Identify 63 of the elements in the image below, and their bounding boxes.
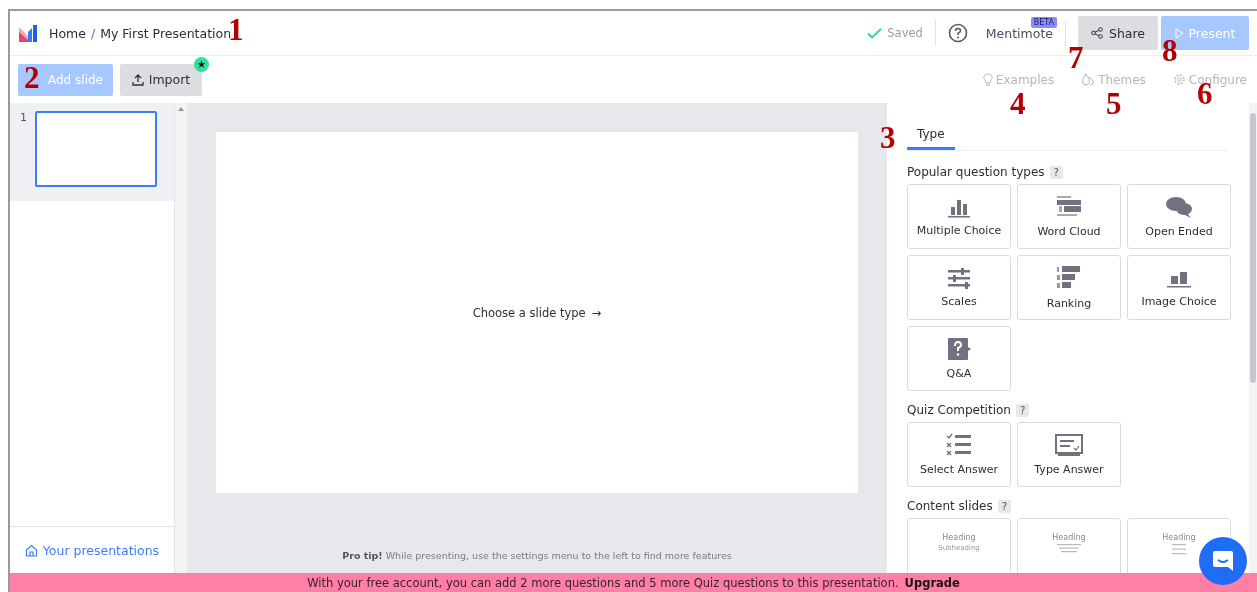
- section-title: Quiz Competition: [907, 403, 1011, 417]
- text-card-icon: [1054, 433, 1084, 457]
- upgrade-link[interactable]: Upgrade: [904, 575, 960, 590]
- settings-icon: [1172, 73, 1186, 86]
- thumbnail-heading: Heading: [1162, 533, 1196, 542]
- slide-thumbnail[interactable]: [35, 111, 157, 187]
- arrow-glyph: →: [591, 305, 602, 320]
- speech-bubbles-icon: [1165, 195, 1193, 219]
- help-badge[interactable]: ?: [1015, 403, 1030, 417]
- home-icon: [24, 543, 38, 557]
- logo-icon: [18, 24, 38, 42]
- paragraph-lines-drawing: [1057, 544, 1081, 553]
- thumbnail-heading: Heading: [1052, 533, 1086, 542]
- word-cloud-icon: [1055, 195, 1083, 219]
- slide-type-tile[interactable]: Select Answer: [907, 422, 1011, 487]
- slide-type-tile[interactable]: Type Answer: [1017, 422, 1121, 487]
- ranking-icon: [1055, 265, 1083, 291]
- link-label: Themes: [1098, 72, 1146, 87]
- section-title: Popular question types: [907, 165, 1045, 179]
- question-box-icon: [946, 337, 972, 361]
- slide-type-tile[interactable]: Word Cloud: [1017, 184, 1121, 249]
- answer-list-icon: [945, 433, 973, 457]
- upload-icon: [131, 73, 144, 86]
- slide-type-tile[interactable]: Multiple Choice: [907, 184, 1011, 249]
- slide-canvas[interactable]: Choose a slide type →: [216, 132, 858, 493]
- home-link[interactable]: Home: [49, 25, 86, 41]
- section-title: Content slides: [907, 499, 993, 513]
- callout-number: 4: [1010, 88, 1026, 119]
- callout-number: 2: [24, 62, 40, 93]
- star-badge-icon: [194, 56, 209, 72]
- slide-type-tile[interactable]: Q&A: [907, 326, 1011, 391]
- slide-number: 1: [20, 111, 27, 126]
- slide-row[interactable]: 1: [10, 103, 174, 201]
- play-icon: [1174, 27, 1184, 39]
- check-icon: [867, 27, 883, 39]
- scrollbar-thumb[interactable]: [1250, 113, 1256, 383]
- scroll-up-icon[interactable]: [178, 107, 184, 111]
- slide-type-tile[interactable]: Ranking: [1017, 255, 1121, 320]
- link-label: Examples: [995, 72, 1055, 87]
- help-icon[interactable]: [947, 23, 968, 43]
- breadcrumb-separator: /: [90, 25, 96, 41]
- import-button[interactable]: Import: [120, 63, 202, 96]
- panel-tab[interactable]: Type: [907, 123, 955, 150]
- share-icon: [1090, 27, 1103, 39]
- pro-tip: Pro tip! While presenting, use the settings menu to the left to find more features: [342, 550, 732, 561]
- beta-badge: BETA: [1030, 17, 1057, 28]
- help-badge[interactable]: ?: [997, 499, 1012, 513]
- slide-type-tile[interactable]: Image Choice: [1127, 255, 1231, 320]
- slide-prompt: Choose a slide type: [472, 305, 586, 320]
- callout-number: 5: [1106, 88, 1122, 119]
- slide-type-tile[interactable]: Scales: [907, 255, 1011, 320]
- chat-icon: [1212, 550, 1234, 572]
- saved-status: Saved: [887, 26, 923, 40]
- thumbnail-heading: Heading: [942, 533, 976, 542]
- slide-type-tile[interactable]: Open Ended: [1127, 184, 1231, 249]
- drops-icon: [1081, 73, 1096, 86]
- banner-text: With your free account, you can add 2 more questions and 5 more Quiz questions to this presentation.: [307, 575, 899, 590]
- mentimote-link[interactable]: Mentimote: [985, 25, 1053, 41]
- lightbulb-icon: [982, 72, 993, 87]
- callout-number: 3: [880, 122, 896, 153]
- bullet-lines-drawing: [1172, 544, 1186, 555]
- help-badge[interactable]: ?: [1049, 165, 1063, 179]
- sliders-icon: [946, 267, 972, 289]
